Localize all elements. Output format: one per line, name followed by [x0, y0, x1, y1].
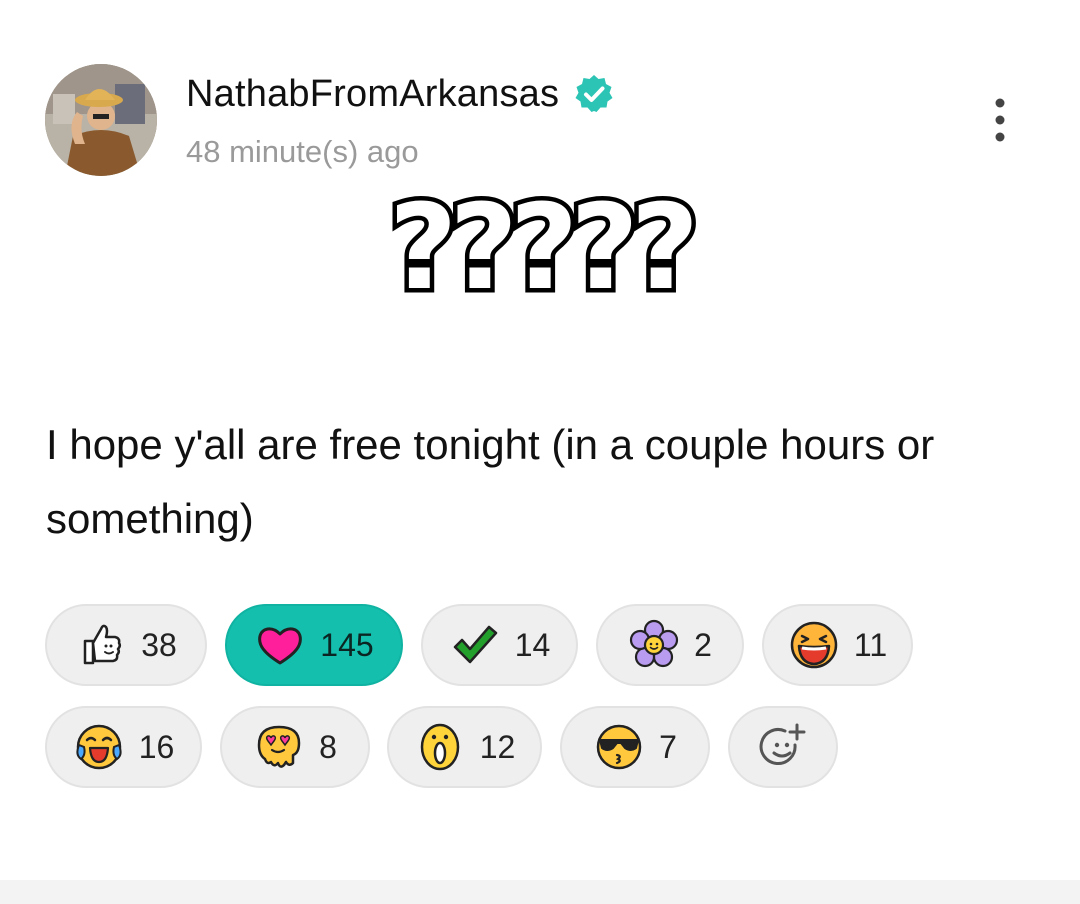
thumbs-up-icon: [83, 624, 122, 665]
avatar-image: [45, 64, 157, 176]
post-body: I hope y'all are free tonight (in a coup…: [46, 421, 935, 542]
melting-heart-eyes-face-icon: [257, 725, 301, 768]
author-name[interactable]: NathabFromArkansas: [186, 73, 559, 116]
author-row: NathabFromArkansas: [186, 70, 615, 118]
reaction-count: 2: [694, 626, 712, 663]
post-title-text: ?????: [389, 192, 692, 316]
reaction-melting-heart-eyes[interactable]: 8: [220, 706, 370, 788]
post-timestamp: 48 minute(s) ago: [186, 134, 419, 169]
avatar[interactable]: [45, 64, 157, 176]
flower-icon: [629, 619, 679, 668]
post-card: NathabFromArkansas 48 minute(s) ago ????…: [0, 0, 1080, 880]
reaction-checkmark[interactable]: 14: [421, 604, 578, 686]
shocked-face-icon: [420, 723, 459, 771]
reaction-thumbs-up[interactable]: 38: [45, 604, 207, 686]
reaction-heart[interactable]: 145: [225, 604, 403, 686]
add-reaction-button[interactable]: [728, 706, 838, 788]
reaction-count: 12: [479, 728, 516, 765]
reaction-shocked[interactable]: 12: [387, 706, 542, 788]
verified-badge-icon: [573, 73, 615, 115]
reaction-count: 11: [853, 626, 888, 663]
heart-icon: [258, 627, 303, 665]
reaction-crying-laughing[interactable]: 16: [45, 706, 202, 788]
reaction-count: 38: [141, 626, 177, 663]
laughing-face-icon: [790, 621, 838, 669]
reaction-sunglasses-kiss[interactable]: 7: [560, 706, 710, 788]
reaction-count: 8: [319, 728, 337, 765]
crying-laughing-face-icon: [76, 724, 122, 770]
reaction-count: 7: [659, 728, 677, 765]
add-reaction-icon: [759, 723, 806, 765]
reaction-laughing[interactable]: 11: [762, 604, 913, 686]
reaction-count: 145: [320, 626, 374, 663]
reaction-count: 14: [514, 626, 551, 663]
reaction-count: 16: [138, 728, 175, 765]
reaction-flower[interactable]: 2: [596, 604, 744, 686]
checkmark-icon: [453, 625, 497, 664]
more-options-button[interactable]: [982, 96, 1018, 148]
more-vertical-icon: [995, 98, 1005, 142]
post-title-graphic: ?????: [384, 192, 704, 321]
sunglasses-kiss-face-icon: [596, 724, 642, 770]
divider-band: [0, 880, 1080, 904]
